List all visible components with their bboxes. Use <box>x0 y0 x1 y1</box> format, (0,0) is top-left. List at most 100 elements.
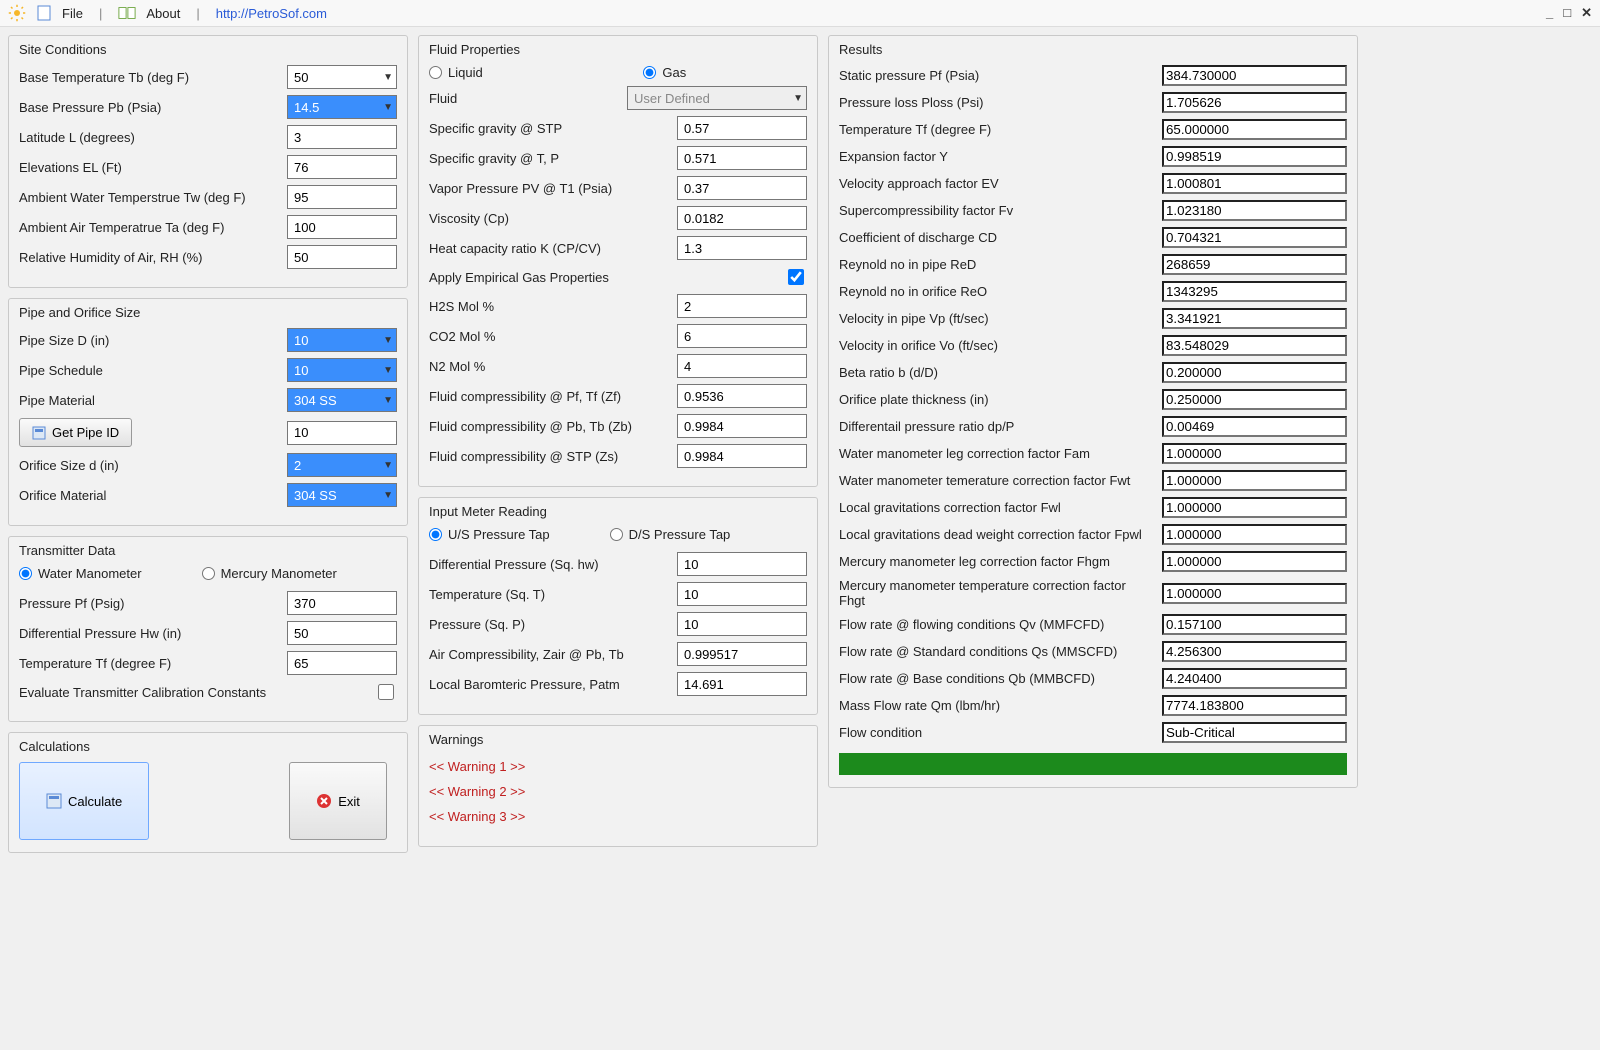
label-co2: CO2 Mol % <box>429 329 669 344</box>
output-ev <box>1162 173 1347 194</box>
label-fluid: Fluid <box>429 91 619 106</box>
input-k[interactable] <box>677 236 807 260</box>
input-n2[interactable] <box>677 354 807 378</box>
label-el: Elevations EL (Ft) <box>19 160 279 175</box>
label-n2: N2 Mol % <box>429 359 669 374</box>
window-minimize-icon[interactable]: _ <box>1546 5 1553 21</box>
input-sg-tp[interactable] <box>677 146 807 170</box>
output-fhgt <box>1162 583 1347 604</box>
input-zf[interactable] <box>677 384 807 408</box>
label-result-fv: Supercompressibility factor Fv <box>839 203 1154 218</box>
select-tb[interactable]: ▼ <box>287 65 397 89</box>
label-tb: Base Temperature Tb (deg F) <box>19 70 279 85</box>
warning-2: << Warning 2 >> <box>429 784 807 799</box>
get-pipe-id-button[interactable]: Get Pipe ID <box>19 418 132 447</box>
label-hw: Differential Pressure Hw (in) <box>19 626 279 641</box>
output-fhgm <box>1162 551 1347 572</box>
label-result-fwl: Local gravitations correction factor Fwl <box>839 500 1154 515</box>
select-pipe-size[interactable]: ▼ <box>287 328 397 352</box>
select-pb[interactable]: ▼ <box>287 95 397 119</box>
select-fluid[interactable]: ▼ <box>627 86 807 110</box>
input-temperature-tf[interactable] <box>287 651 397 675</box>
sun-icon <box>8 4 26 22</box>
radio-liquid[interactable]: Liquid <box>429 65 583 80</box>
input-h2s[interactable] <box>677 294 807 318</box>
input-dp-sq[interactable] <box>677 552 807 576</box>
calculate-button[interactable]: Calculate <box>19 762 149 840</box>
input-elevation[interactable] <box>287 155 397 179</box>
menu-link[interactable]: http://PetroSof.com <box>216 6 327 21</box>
output-reo <box>1162 281 1347 302</box>
label-result-condition: Flow condition <box>839 725 1154 740</box>
input-zair[interactable] <box>677 642 807 666</box>
checkbox-apply-empirical[interactable] <box>788 269 804 285</box>
label-result-reo: Reynold no in orifice ReO <box>839 284 1154 299</box>
input-pipe-id[interactable] <box>287 421 397 445</box>
select-pipe-material[interactable]: ▼ <box>287 388 397 412</box>
label-patm: Local Baromteric Pressure, Patm <box>429 677 669 692</box>
output-red <box>1162 254 1347 275</box>
input-sg-stp[interactable] <box>677 116 807 140</box>
menu-file[interactable]: File <box>62 6 83 21</box>
label-pv: Vapor Pressure PV @ T1 (Psia) <box>429 181 669 196</box>
select-pipe-schedule[interactable]: ▼ <box>287 358 397 382</box>
menubar: File | About | http://PetroSof.com _ □ ✕ <box>0 0 1600 27</box>
input-t-sq[interactable] <box>677 582 807 606</box>
input-diff-pressure-hw[interactable] <box>287 621 397 645</box>
output-qv <box>1162 614 1347 635</box>
label-ta: Ambient Air Temperatrue Ta (deg F) <box>19 220 279 235</box>
input-patm[interactable] <box>677 672 807 696</box>
output-y <box>1162 146 1347 167</box>
label-result-dpp: Differentail pressure ratio dp/P <box>839 419 1154 434</box>
input-zb[interactable] <box>677 414 807 438</box>
input-p-sq[interactable] <box>677 612 807 636</box>
label-orifice-size: Orifice Size d (in) <box>19 458 279 473</box>
group-results: Results Static pressure Pf (Psia) Pressu… <box>828 35 1358 788</box>
input-tw[interactable] <box>287 185 397 209</box>
radio-us-tap[interactable]: U/S Pressure Tap <box>429 527 550 542</box>
label-p-sq: Pressure (Sq. P) <box>429 617 669 632</box>
label-result-beta: Beta ratio b (d/D) <box>839 365 1154 380</box>
label-pipe-size: Pipe Size D (in) <box>19 333 279 348</box>
select-orifice-size[interactable]: ▼ <box>287 453 397 477</box>
label-tw: Ambient Water Temperstrue Tw (deg F) <box>19 190 279 205</box>
output-qs <box>1162 641 1347 662</box>
input-ta[interactable] <box>287 215 397 239</box>
output-fwl <box>1162 497 1347 518</box>
menu-about[interactable]: About <box>146 6 180 21</box>
warning-3: << Warning 3 >> <box>429 809 807 824</box>
output-ploss <box>1162 92 1347 113</box>
window-maximize-icon[interactable]: □ <box>1563 5 1571 21</box>
input-viscosity[interactable] <box>677 206 807 230</box>
output-condition <box>1162 722 1347 743</box>
label-zf: Fluid compressibility @ Pf, Tf (Zf) <box>429 389 669 404</box>
radio-gas[interactable]: Gas <box>643 65 787 80</box>
output-tf <box>1162 119 1347 140</box>
label-result-ev: Velocity approach factor EV <box>839 176 1154 191</box>
output-fwt <box>1162 470 1347 491</box>
menu-separator: | <box>99 6 102 21</box>
label-result-thickness: Orifice plate thickness (in) <box>839 392 1154 407</box>
radio-water-manometer[interactable]: Water Manometer <box>19 566 142 581</box>
label-pipe-sched: Pipe Schedule <box>19 363 279 378</box>
input-pressure-pf[interactable] <box>287 591 397 615</box>
input-zs[interactable] <box>677 444 807 468</box>
select-orifice-material[interactable]: ▼ <box>287 483 397 507</box>
input-latitude[interactable] <box>287 125 397 149</box>
radio-mercury-manometer[interactable]: Mercury Manometer <box>202 566 337 581</box>
label-zb: Fluid compressibility @ Pb, Tb (Zb) <box>429 419 669 434</box>
input-rh[interactable] <box>287 245 397 269</box>
group-title: Input Meter Reading <box>429 504 807 519</box>
calculator-icon <box>32 426 46 440</box>
label-result-fam: Water manometer leg correction factor Fa… <box>839 446 1154 461</box>
input-pv[interactable] <box>677 176 807 200</box>
label-result-vo: Velocity in orifice Vo (ft/sec) <box>839 338 1154 353</box>
radio-ds-tap[interactable]: D/S Pressure Tap <box>610 527 731 542</box>
output-qb <box>1162 668 1347 689</box>
exit-button[interactable]: Exit <box>289 762 387 840</box>
output-vo <box>1162 335 1347 356</box>
label-result-fhgm: Mercury manometer leg correction factor … <box>839 554 1154 569</box>
window-close-icon[interactable]: ✕ <box>1581 5 1592 21</box>
checkbox-eval-calibration[interactable] <box>378 684 394 700</box>
input-co2[interactable] <box>677 324 807 348</box>
